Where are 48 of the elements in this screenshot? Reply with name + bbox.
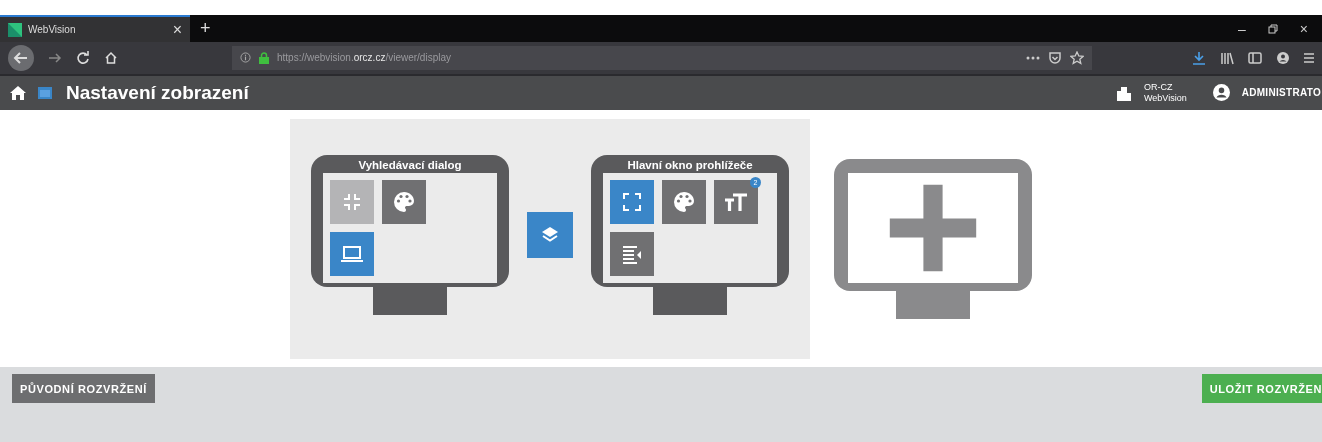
sidebar-icon[interactable] — [1248, 50, 1262, 65]
laptop-icon — [340, 243, 364, 264]
back-icon[interactable] — [8, 44, 34, 71]
monitor-title: Hlavní okno prohlížeče — [626, 157, 754, 173]
minimize-button[interactable]: – — [1238, 20, 1246, 37]
layers-button[interactable] — [527, 211, 573, 258]
option-tile[interactable] — [662, 179, 706, 224]
home-icon[interactable] — [104, 50, 118, 65]
screen-icon[interactable] — [38, 86, 52, 99]
option-tile[interactable] — [610, 179, 654, 224]
user-icon[interactable] — [1212, 84, 1230, 102]
fullscreen-icon — [622, 191, 642, 212]
info-icon — [240, 52, 251, 64]
option-tile[interactable] — [330, 231, 374, 276]
url-text: https://webvision.orcz.cz/viewer/display — [277, 52, 451, 64]
browser-tab[interactable]: WebVision × — [0, 15, 190, 42]
option-tile[interactable] — [382, 179, 426, 224]
page-title: Nastavení zobrazení — [66, 81, 249, 104]
home-icon[interactable] — [10, 85, 26, 100]
user-name[interactable]: ADMINISTRATO — [1241, 87, 1321, 99]
collapse-icon — [342, 191, 362, 212]
building-icon — [1115, 84, 1132, 101]
app-logo-icon — [8, 22, 22, 37]
reload-icon[interactable] — [76, 50, 90, 65]
menu-icon[interactable] — [1304, 50, 1314, 65]
address-bar[interactable]: https://webvision.orcz.cz/viewer/display — [232, 45, 1092, 70]
text-panel-icon — [621, 243, 643, 264]
forward-icon[interactable] — [48, 50, 62, 65]
more-icon[interactable] — [1026, 55, 1040, 60]
restore-icon[interactable] — [1267, 23, 1278, 34]
palette-icon — [672, 189, 696, 214]
account-icon[interactable] — [1276, 50, 1290, 65]
pocket-icon[interactable] — [1048, 50, 1062, 65]
reset-layout-button[interactable]: PŮVODNÍ ROZVRŽENÍ — [12, 374, 155, 404]
organization-name: OR-CZ WebVision — [1143, 81, 1187, 104]
library-icon[interactable] — [1220, 50, 1234, 65]
tab-title: WebVision — [28, 24, 77, 35]
download-icon[interactable] — [1192, 50, 1206, 65]
text-size-icon — [724, 191, 748, 212]
new-tab-button[interactable]: + — [200, 18, 211, 39]
close-window-button[interactable]: × — [1299, 20, 1308, 37]
monitor-title: Vyhledávací dialog — [357, 157, 463, 173]
palette-icon — [392, 189, 416, 214]
star-icon[interactable] — [1070, 50, 1084, 65]
add-monitor-button[interactable] — [834, 158, 1032, 291]
close-tab-button[interactable]: × — [172, 20, 182, 39]
lock-icon — [259, 51, 269, 64]
option-tile[interactable] — [610, 231, 654, 276]
